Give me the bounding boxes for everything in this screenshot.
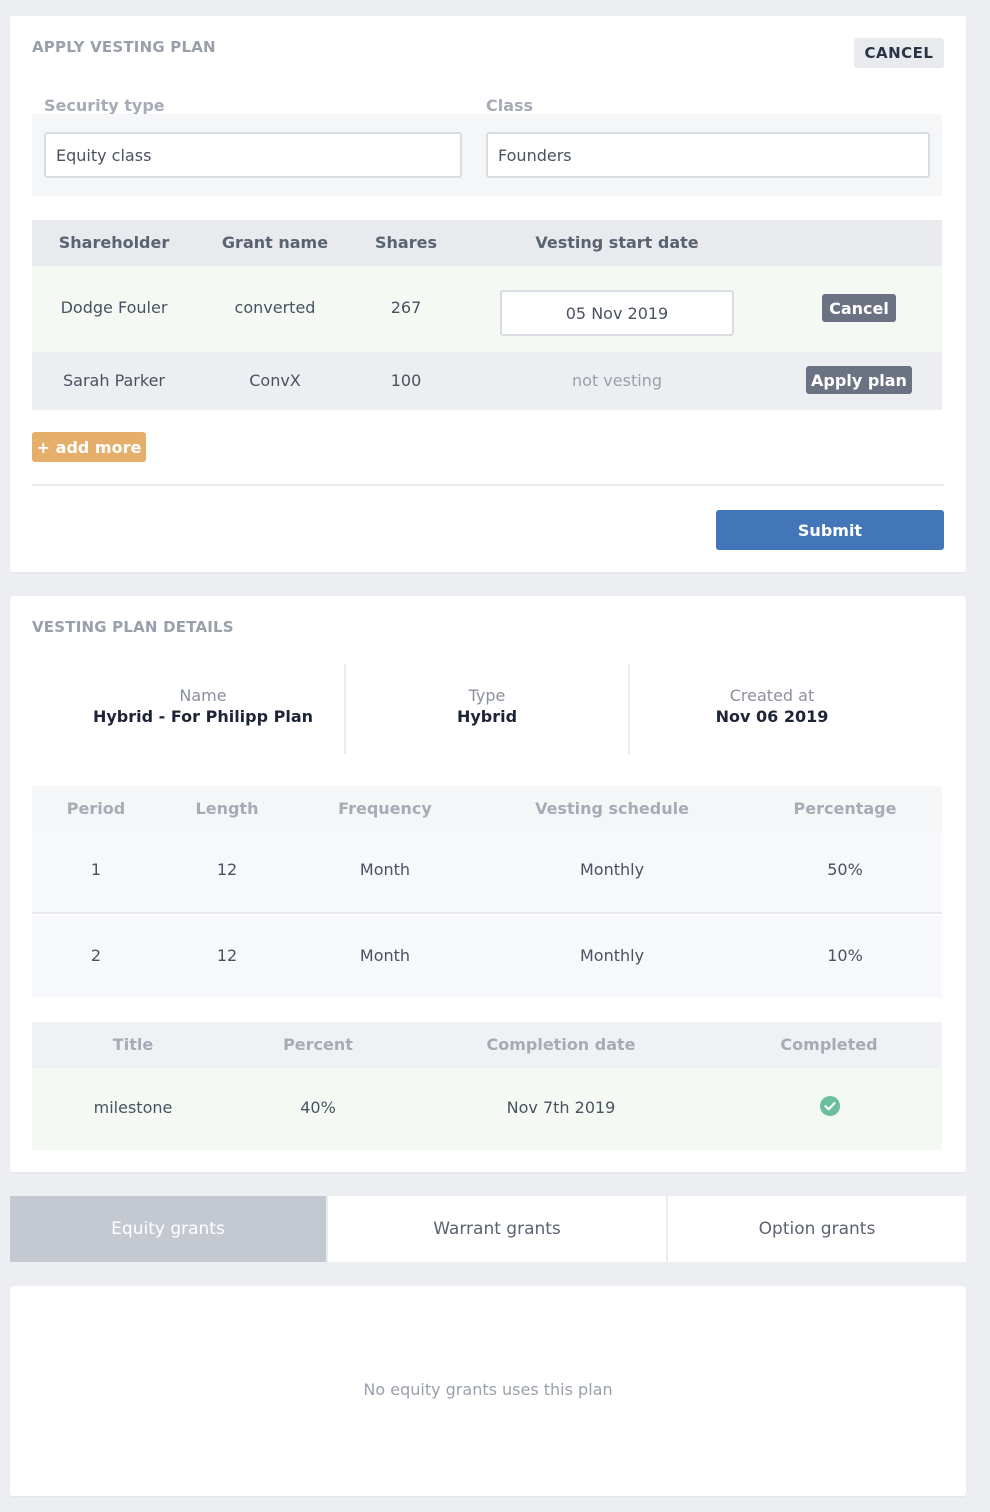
apply-plan-button[interactable]: Apply plan bbox=[806, 366, 912, 394]
table-row: Dodge Fouler converted 267 Cancel bbox=[32, 266, 942, 352]
grants-panel: No equity grants uses this plan bbox=[10, 1286, 966, 1496]
vesting-start-date-input[interactable] bbox=[500, 290, 734, 336]
divider bbox=[32, 484, 944, 486]
col-frequency: Frequency bbox=[338, 799, 432, 818]
period-number: 1 bbox=[90, 860, 102, 879]
cancel-button[interactable]: CANCEL bbox=[854, 38, 944, 68]
col-completed: Completed bbox=[780, 1035, 878, 1054]
col-vesting-schedule: Vesting schedule bbox=[535, 799, 689, 818]
plan-created-at: Created at Nov 06 2019 bbox=[715, 686, 829, 726]
row-vesting-status: not vesting bbox=[572, 371, 662, 390]
grant-tabs: Equity grants Warrant grants Option gran… bbox=[10, 1196, 966, 1262]
period-length: 12 bbox=[216, 946, 238, 965]
col-grant-name: Grant name bbox=[221, 233, 329, 252]
plan-type: Type Hybrid bbox=[456, 686, 518, 726]
class-input[interactable] bbox=[486, 132, 930, 178]
milestone-completion-date: Nov 7th 2019 bbox=[506, 1098, 616, 1117]
period-number: 2 bbox=[90, 946, 102, 965]
apply-vesting-plan-card: APPLY VESTING PLAN CANCEL Security type … bbox=[10, 16, 966, 572]
col-period: Period bbox=[66, 799, 126, 818]
milestone-title: milestone bbox=[93, 1098, 173, 1117]
col-percent: Percent bbox=[283, 1035, 353, 1054]
tab-option-grants[interactable]: Option grants bbox=[668, 1196, 966, 1262]
col-completion-date: Completion date bbox=[486, 1035, 636, 1054]
grants-table-header: Shareholder Grant name Shares Vesting st… bbox=[32, 220, 942, 266]
add-more-button[interactable]: + add more bbox=[32, 432, 146, 462]
table-row: 1 12 Month Monthly 50% bbox=[32, 832, 942, 914]
table-row: milestone 40% Nov 7th 2019 bbox=[32, 1068, 942, 1150]
row-shareholder: Dodge Fouler bbox=[60, 298, 168, 317]
tab-equity-grants[interactable]: Equity grants bbox=[10, 1196, 326, 1262]
tab-warrant-grants[interactable]: Warrant grants bbox=[328, 1196, 666, 1262]
vesting-plan-details-title: VESTING PLAN DETAILS bbox=[32, 618, 234, 636]
submit-button[interactable]: Submit bbox=[716, 510, 944, 550]
col-shares: Shares bbox=[375, 233, 437, 252]
table-row: 2 12 Month Monthly 10% bbox=[32, 916, 942, 998]
milestone-percent: 40% bbox=[300, 1098, 336, 1117]
period-schedule: Monthly bbox=[579, 946, 645, 965]
period-frequency: Month bbox=[359, 946, 411, 965]
col-shareholder: Shareholder bbox=[58, 233, 170, 252]
row-shares: 100 bbox=[390, 371, 422, 390]
row-shareholder: Sarah Parker bbox=[63, 371, 165, 390]
col-length: Length bbox=[195, 799, 259, 818]
period-length: 12 bbox=[216, 860, 238, 879]
col-vesting-start-date: Vesting start date bbox=[535, 233, 699, 252]
col-percentage: Percentage bbox=[793, 799, 897, 818]
check-circle-icon bbox=[820, 1096, 840, 1116]
apply-vesting-plan-title: APPLY VESTING PLAN bbox=[32, 38, 216, 56]
periods-table-header: Period Length Frequency Vesting schedule… bbox=[32, 786, 942, 832]
period-frequency: Month bbox=[359, 860, 411, 879]
row-shares: 267 bbox=[390, 298, 422, 317]
period-percentage: 10% bbox=[827, 946, 863, 965]
row-cancel-button[interactable]: Cancel bbox=[822, 294, 896, 322]
vesting-plan-details-card: VESTING PLAN DETAILS Name Hybrid - For P… bbox=[10, 596, 966, 1172]
period-schedule: Monthly bbox=[579, 860, 645, 879]
row-grant-name: ConvX bbox=[249, 371, 301, 390]
row-grant-name: converted bbox=[234, 298, 316, 317]
plan-name: Name Hybrid - For Philipp Plan bbox=[92, 686, 314, 726]
milestones-table-header: Title Percent Completion date Completed bbox=[32, 1022, 942, 1068]
period-percentage: 50% bbox=[827, 860, 863, 879]
table-row: Sarah Parker ConvX 100 not vesting Apply… bbox=[32, 352, 942, 410]
empty-state-message: No equity grants uses this plan bbox=[363, 1380, 613, 1399]
security-type-label: Security type bbox=[44, 96, 165, 115]
security-type-input[interactable] bbox=[44, 132, 462, 178]
class-label: Class bbox=[486, 96, 534, 115]
col-title: Title bbox=[112, 1035, 154, 1054]
